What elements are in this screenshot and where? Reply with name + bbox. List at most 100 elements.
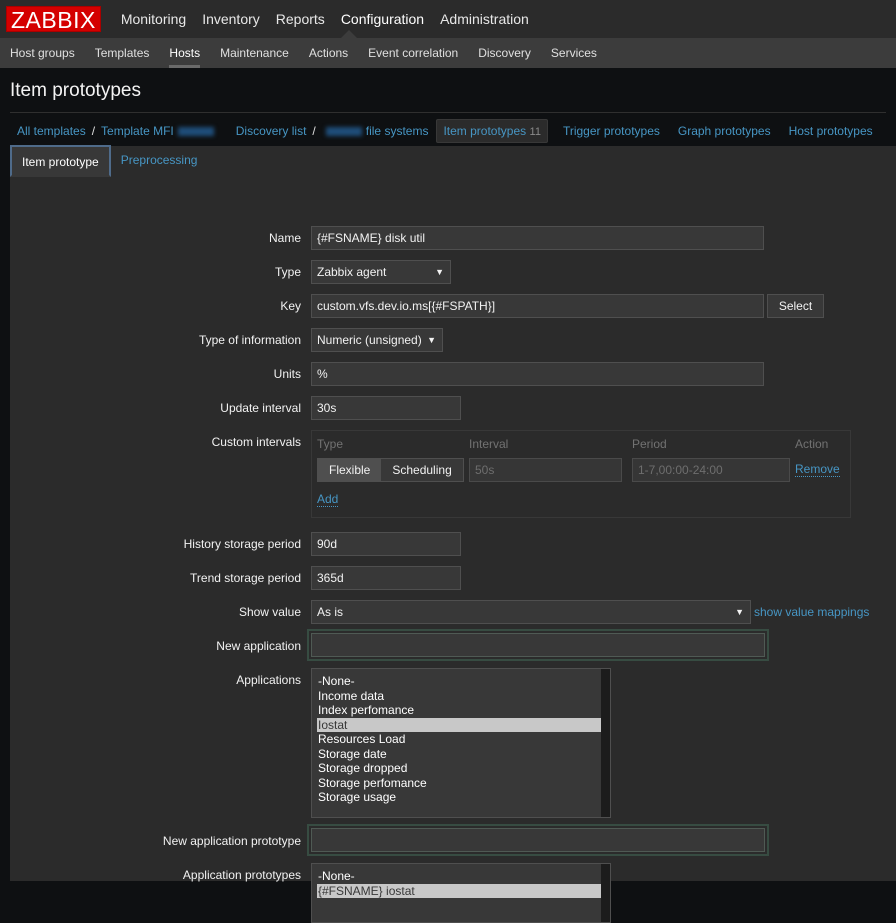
item-prototypes-label: Item prototypes	[443, 124, 526, 138]
show-value-mappings-link[interactable]: show value mappings	[754, 605, 869, 619]
custom-period-input[interactable]: 1-7,00:00-24:00	[632, 458, 790, 482]
breadcrumb-host-prototypes[interactable]: Host prototypes	[789, 124, 873, 138]
type-of-information-label: Type of information	[10, 333, 301, 347]
type-of-information-value: Numeric (unsigned)	[317, 333, 422, 347]
applications-option[interactable]: Storage date	[317, 747, 610, 762]
main-menu-inventory[interactable]: Inventory	[202, 11, 260, 27]
main-menu-administration[interactable]: Administration	[440, 11, 529, 27]
interval-type-scheduling[interactable]: Scheduling	[381, 459, 462, 481]
sub-menu-actions[interactable]: Actions	[309, 38, 348, 68]
custom-interval-input[interactable]: 50s	[469, 458, 622, 482]
form-tabs: Item prototype Preprocessing	[10, 146, 896, 178]
main-menu: Monitoring Inventory Reports Configurati…	[113, 11, 537, 27]
breadcrumb-graph-prototypes[interactable]: Graph prototypes	[678, 124, 771, 138]
new-application-prototype-input[interactable]	[307, 824, 769, 856]
sub-menu-discovery[interactable]: Discovery	[478, 38, 531, 68]
trend-storage-period-label: Trend storage period	[10, 571, 301, 585]
name-input[interactable]: {#FSNAME} disk util	[311, 226, 764, 250]
history-storage-period-label: History storage period	[10, 537, 301, 551]
column-header-period: Period	[632, 437, 667, 451]
active-menu-caret	[341, 30, 357, 38]
applications-option[interactable]: Storage usage	[317, 790, 610, 805]
sub-menu-host-groups[interactable]: Host groups	[10, 38, 75, 68]
applications-listbox[interactable]: -None-Income dataIndex perfomanceIostatR…	[311, 668, 611, 818]
history-storage-period-input[interactable]: 90d	[311, 532, 461, 556]
applications-option[interactable]: Iostat	[317, 718, 610, 733]
interval-type-flexible[interactable]: Flexible	[318, 459, 381, 481]
key-select-button[interactable]: Select	[767, 294, 824, 318]
breadcrumb-all-templates[interactable]: All templates	[17, 124, 86, 138]
page-title: Item prototypes	[10, 80, 886, 102]
remove-interval-link[interactable]: Remove	[795, 462, 840, 477]
name-label: Name	[10, 231, 301, 245]
breadcrumb-item-prototypes[interactable]: Item prototypes 11	[436, 119, 547, 143]
units-label: Units	[10, 367, 301, 381]
application-prototypes-scrollbar[interactable]	[601, 864, 610, 922]
units-input[interactable]: %	[311, 362, 764, 386]
applications-option[interactable]: Storage perfomance	[317, 776, 610, 791]
key-input[interactable]: custom.vfs.dev.io.ms[{#FSPATH}]	[311, 294, 764, 318]
item-prototypes-count: 11	[530, 126, 541, 138]
custom-intervals-table: Type Interval Period Action Flexible Sch…	[311, 430, 851, 518]
update-interval-label: Update interval	[10, 401, 301, 415]
type-select[interactable]: Zabbix agent ▼	[311, 260, 451, 284]
interval-type-toggle: Flexible Scheduling	[317, 458, 464, 482]
application-prototypes-option[interactable]: {#FSNAME} iostat	[317, 884, 610, 899]
show-value-label: Show value	[10, 605, 301, 619]
trend-storage-period-input[interactable]: 365d	[311, 566, 461, 590]
sub-menu-maintenance[interactable]: Maintenance	[220, 38, 289, 68]
show-value-value: As is	[317, 605, 343, 619]
redacted-text	[326, 127, 362, 136]
column-header-action: Action	[795, 437, 828, 451]
main-menu-monitoring[interactable]: Monitoring	[121, 11, 186, 27]
sub-menu-event-correlation[interactable]: Event correlation	[368, 38, 458, 68]
breadcrumb: All templates / Template MFI Discovery l…	[0, 113, 896, 149]
sub-menu-templates[interactable]: Templates	[95, 38, 150, 68]
breadcrumb-template[interactable]: Template MFI	[101, 124, 218, 138]
applications-label: Applications	[10, 673, 301, 687]
main-menu-configuration[interactable]: Configuration	[341, 11, 424, 27]
new-application-label: New application	[10, 639, 301, 653]
update-interval-input[interactable]: 30s	[311, 396, 461, 420]
applications-scrollbar[interactable]	[601, 669, 610, 817]
show-value-select[interactable]: As is ▼	[311, 600, 751, 624]
type-select-value: Zabbix agent	[317, 265, 386, 279]
breadcrumb-discovery-list[interactable]: Discovery list	[236, 124, 307, 138]
column-header-type: Type	[317, 437, 343, 451]
type-label: Type	[10, 265, 301, 279]
top-navigation-bar: ZABBIX Monitoring Inventory Reports Conf…	[0, 0, 896, 38]
application-prototypes-listbox[interactable]: -None-{#FSNAME} iostat	[311, 863, 611, 923]
custom-intervals-label: Custom intervals	[10, 435, 301, 449]
chevron-down-icon: ▼	[427, 329, 436, 351]
breadcrumb-separator: /	[92, 124, 95, 138]
form-panel: Item prototype Preprocessing Name {#FSNA…	[10, 146, 896, 881]
sub-menu-services[interactable]: Services	[551, 38, 597, 68]
new-application-input[interactable]	[307, 629, 769, 661]
type-of-information-select[interactable]: Numeric (unsigned) ▼	[311, 328, 443, 352]
key-label: Key	[10, 299, 301, 313]
applications-option[interactable]: Storage dropped	[317, 761, 610, 776]
application-prototypes-option[interactable]: -None-	[317, 869, 610, 884]
tab-preprocessing[interactable]: Preprocessing	[111, 145, 208, 177]
tab-item-prototype[interactable]: Item prototype	[10, 145, 111, 177]
chevron-down-icon: ▼	[435, 261, 444, 283]
new-application-prototype-label: New application prototype	[10, 834, 301, 848]
column-header-interval: Interval	[469, 437, 508, 451]
main-menu-reports[interactable]: Reports	[276, 11, 325, 27]
breadcrumb-discovery-rule[interactable]: file systems	[322, 124, 429, 138]
redacted-text	[178, 127, 214, 136]
applications-option[interactable]: -None-	[317, 674, 610, 689]
breadcrumb-discovery-rule-label: file systems	[366, 124, 429, 138]
applications-option[interactable]: Resources Load	[317, 732, 610, 747]
breadcrumb-template-label: Template MFI	[101, 124, 174, 138]
zabbix-logo[interactable]: ZABBIX	[6, 6, 101, 32]
applications-option[interactable]: Income data	[317, 689, 610, 704]
sub-menu-hosts[interactable]: Hosts	[169, 38, 200, 68]
chevron-down-icon: ▼	[735, 601, 744, 623]
page-header: Item prototypes	[0, 68, 896, 112]
breadcrumb-trigger-prototypes[interactable]: Trigger prototypes	[563, 124, 660, 138]
breadcrumb-separator: /	[312, 124, 315, 138]
add-interval-link[interactable]: Add	[317, 492, 338, 507]
applications-option[interactable]: Index perfomance	[317, 703, 610, 718]
application-prototypes-label: Application prototypes	[10, 868, 301, 882]
